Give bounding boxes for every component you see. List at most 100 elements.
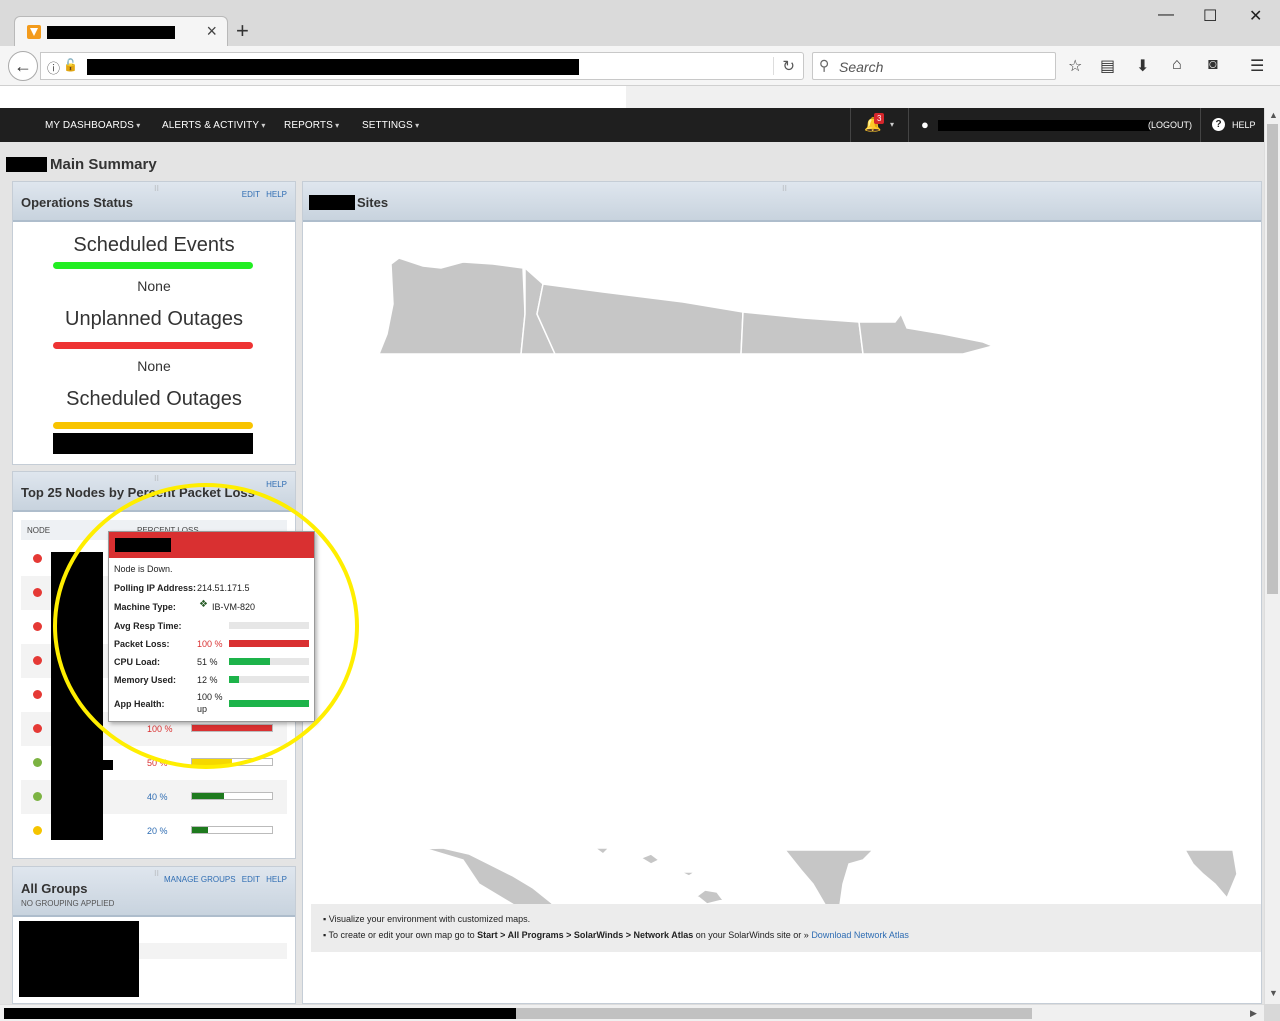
header-divider [908,108,909,142]
notification-badge: 3 [874,113,885,124]
percent-loss-value: 50 % [147,758,168,768]
avg-resp-label: Avg Resp Time: [114,621,182,631]
map-region-washington[interactable] [377,257,526,355]
cpu-load-value: 51 % [197,657,218,667]
help-link[interactable]: HELP [266,480,287,489]
percent-loss-bar-fill [192,827,208,833]
edit-link[interactable]: EDIT [242,190,260,199]
map-region-north-dakota[interactable] [740,311,864,355]
help-link[interactable]: HELP [266,875,287,884]
panel-title: Sites [357,195,389,210]
us-map[interactable] [303,224,1261,924]
packet-loss-value: 100 % [197,639,223,649]
map-region-texas[interactable] [783,849,875,913]
scheduled-outages-redacted [53,433,253,454]
vertical-scrollbar[interactable]: ▲ ▼ [1264,108,1280,1004]
reload-icon[interactable]: ↻ [773,57,795,75]
sites-map-panel: ⁝⁝ Sites ▪ Visualize your environment wi… [302,181,1262,1004]
menu-settings[interactable]: SETTINGS [362,120,419,131]
browser-titlebar: × + — ☐ ✕ [0,0,1280,46]
map-region-minnesota[interactable] [858,312,996,355]
menu-alerts-activity[interactable]: ALERTS & ACTIVITY [162,120,266,131]
menu-my-dashboards[interactable]: MY DASHBOARDS [45,120,140,131]
maximize-window-button[interactable]: ☐ [1203,6,1217,26]
network-atlas-path: Start > All Programs > SolarWinds > Netw… [477,930,694,940]
scheduled-events-bar [53,262,253,269]
map-region-montana[interactable] [536,283,744,355]
new-tab-button[interactable]: + [236,18,249,44]
insecure-lock-icon[interactable]: 🔓 [63,58,78,72]
panel-title: All Groups [21,881,88,896]
column-node[interactable]: NODE [27,526,50,535]
memory-used-label: Memory Used: [114,675,177,685]
url-redacted [87,59,579,75]
bookmark-star-icon[interactable]: ☆ [1068,56,1082,76]
status-bar-redacted [4,1008,516,1019]
help-link[interactable]: HELP [266,190,287,199]
manage-groups-link[interactable]: MANAGE GROUPS [164,875,236,884]
polling-ip-label: Polling IP Address: [114,583,197,593]
map-info-box: ▪ Visualize your environment with custom… [311,904,1261,952]
back-button[interactable]: ← [8,51,38,81]
tab-title-redacted [47,26,175,39]
home-icon[interactable]: ⌂ [1172,56,1182,74]
avg-resp-bar [229,622,309,629]
search-input[interactable]: ⚲ Search [812,52,1056,80]
percent-loss-bar-fill [192,725,272,731]
drag-handle-icon[interactable]: ⁝⁝ [154,474,159,483]
horizontal-scrollbar[interactable]: ▶ [0,1004,1264,1021]
percent-loss-value: 40 % [147,792,168,802]
node-status-icon [33,588,42,597]
panel-header: ⁝⁝ Top 25 Nodes by Percent Packet Loss H… [13,472,295,512]
panel-links: HELP [262,480,287,489]
close-tab-icon[interactable]: × [206,21,217,42]
map-region-hawaii[interactable] [592,847,725,905]
groups-redacted [19,921,139,997]
vertical-scroll-thumb[interactable] [1267,124,1278,594]
menu-reports[interactable]: REPORTS [284,120,339,131]
download-icon[interactable]: ⬇ [1136,56,1149,76]
user-icon: ● [921,117,929,132]
percent-loss-bar [191,758,273,766]
drag-handle-icon[interactable]: ⁝⁝ [782,184,787,193]
solarwinds-favicon-icon [27,25,41,39]
help-icon[interactable]: ? [1212,118,1225,131]
edit-link[interactable]: EDIT [242,875,260,884]
hamburger-menu-icon[interactable]: ☰ [1250,56,1264,76]
group-row [139,943,287,959]
percent-loss-value: 20 % [147,826,168,836]
panel-header: ⁝⁝ Sites [303,182,1261,222]
page-title: Main Summary [50,156,157,173]
minimize-window-button[interactable]: — [1158,6,1174,24]
logout-link[interactable]: (LOGOUT) [1148,120,1192,130]
percent-loss-bar-fill [192,793,224,799]
reading-list-icon[interactable]: ▤ [1100,56,1115,76]
info-icon[interactable]: ⓘ [47,58,60,77]
scroll-up-icon[interactable]: ▲ [1269,110,1278,120]
map-region-florida[interactable] [1183,849,1238,900]
packet-loss-bar [229,640,309,647]
chevron-down-icon[interactable]: ▾ [890,120,894,129]
help-link[interactable]: HELP [1232,120,1256,130]
panel-header: ⁝⁝ All Groups NO GROUPING APPLIED MANAGE… [13,867,295,917]
app-header: MY DASHBOARDS ALERTS & ACTIVITY REPORTS … [0,108,1280,142]
node-name-redacted [101,760,113,770]
pocket-icon[interactable]: ◙ [1208,56,1218,74]
memory-used-value: 12 % [197,675,218,685]
download-network-atlas-link[interactable]: Download Network Atlas [811,930,909,940]
browser-tab[interactable]: × [14,16,228,46]
panel-links: MANAGE GROUPS EDIT HELP [160,875,287,884]
polling-ip-value: 214.51.171.5 [197,583,250,593]
packet-loss-label: Packet Loss: [114,639,170,649]
percent-loss-bar [191,826,273,834]
scroll-down-icon[interactable]: ▼ [1269,988,1278,998]
address-bar[interactable]: ⓘ 🔓 ↻ [40,52,804,80]
close-window-button[interactable]: ✕ [1249,6,1262,26]
scheduled-outages-bar [53,422,253,429]
sites-prefix-redacted [309,195,355,210]
scroll-right-icon[interactable]: ▶ [1250,1008,1257,1019]
drag-handle-icon[interactable]: ⁝⁝ [154,184,159,193]
scheduled-events-label: Scheduled Events [73,234,235,256]
drag-handle-icon[interactable]: ⁝⁝ [154,869,159,878]
node-tooltip: Node is Down. Polling IP Address: 214.51… [108,531,315,722]
